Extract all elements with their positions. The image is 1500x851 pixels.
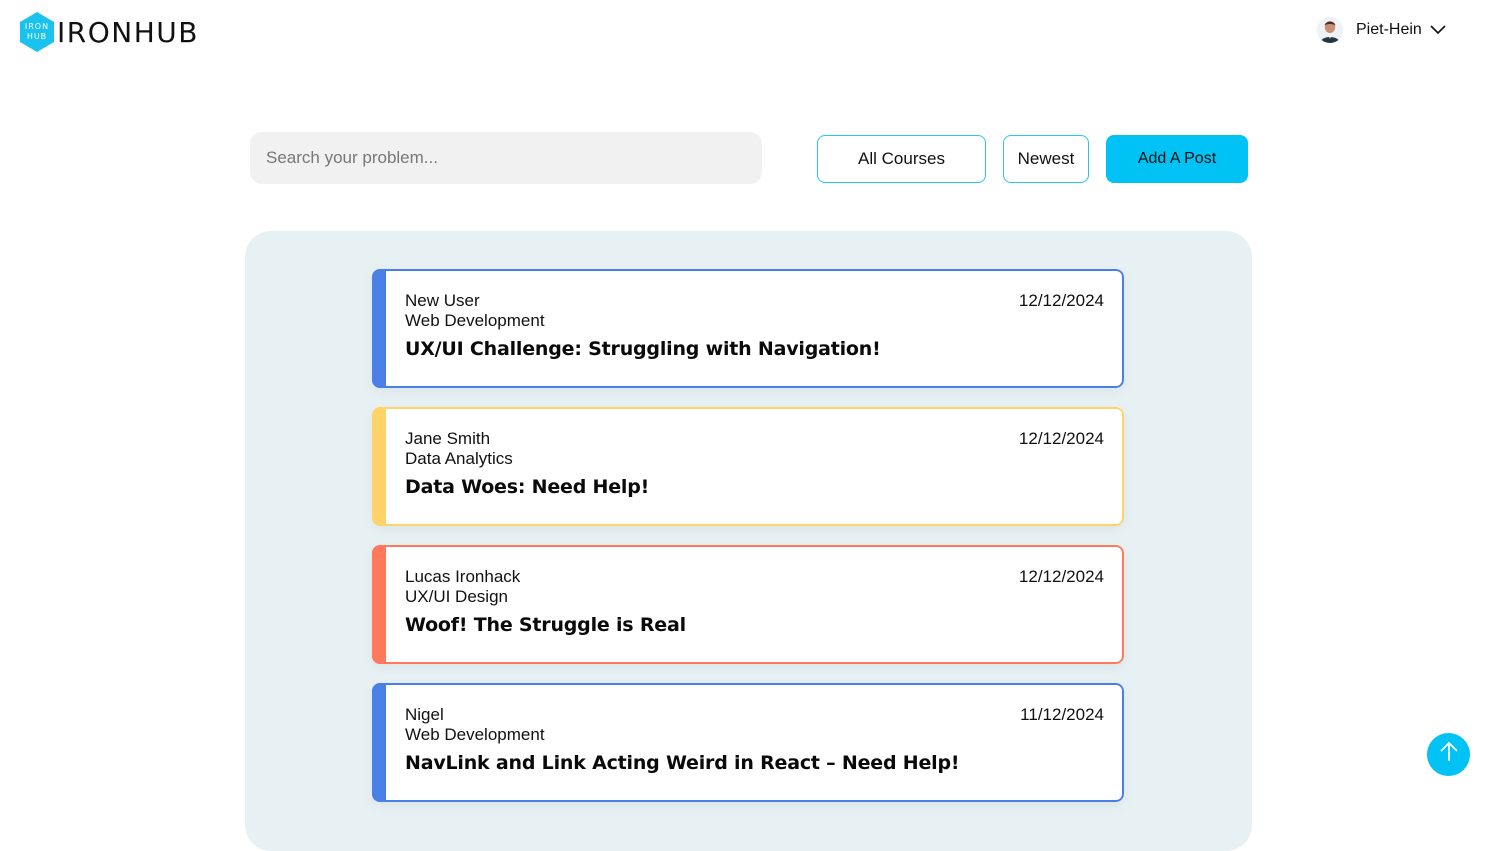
post-course: UX/UI Design (405, 587, 508, 606)
post-title: Data Woes: Need Help! (405, 476, 650, 498)
course-filter-button[interactable]: All Courses (817, 135, 986, 183)
ironhub-logo[interactable]: IRON HUB IRONHUB (18, 11, 199, 53)
user-avatar (1317, 17, 1343, 43)
arrow-up-icon (1439, 741, 1459, 768)
post-course: Web Development (405, 311, 545, 330)
post-author: New User (405, 291, 480, 310)
scroll-to-top-button[interactable] (1427, 733, 1470, 776)
logo-wordmark: IRONHUB (57, 15, 199, 49)
logo-bottom-text: HUB (26, 32, 48, 41)
post-author: Lucas Ironhack (405, 567, 521, 586)
user-menu[interactable]: Piet-Hein (1317, 17, 1446, 43)
post-card[interactable]: New User Web Development UX/UI Challenge… (372, 269, 1124, 388)
sort-button[interactable]: Newest (1003, 135, 1089, 183)
post-date: 12/12/2024 (1018, 567, 1104, 586)
post-course-color-bar (372, 269, 386, 388)
chevron-down-icon (1430, 25, 1446, 35)
post-author: Nigel (405, 705, 444, 724)
post-card[interactable]: Nigel Web Development NavLink and Link A… (372, 683, 1124, 802)
post-card[interactable]: Jane Smith Data Analytics Data Woes: Nee… (372, 407, 1124, 526)
post-date: 11/12/2024 (1020, 705, 1104, 724)
user-name: Piet-Hein (1356, 21, 1422, 38)
post-date: 12/12/2024 (1018, 429, 1104, 448)
post-course-color-bar (372, 545, 386, 664)
post-date: 12/12/2024 (1018, 291, 1104, 310)
logo-top-text: IRON (24, 22, 50, 31)
post-title: Woof! The Struggle is Real (405, 614, 686, 636)
post-card[interactable]: Lucas Ironhack UX/UI Design Woof! The St… (372, 545, 1124, 664)
hexagon-logo-icon: IRON HUB (18, 11, 56, 53)
post-course: Data Analytics (405, 449, 513, 468)
search-input[interactable] (250, 132, 762, 184)
post-author: Jane Smith (405, 429, 491, 448)
post-title: NavLink and Link Acting Weird in React –… (405, 752, 960, 774)
add-post-button[interactable]: Add A Post (1106, 135, 1248, 183)
post-course-color-bar (372, 407, 386, 526)
post-title: UX/UI Challenge: Struggling with Navigat… (405, 338, 881, 360)
post-course: Web Development (405, 725, 545, 744)
post-course-color-bar (372, 683, 386, 802)
